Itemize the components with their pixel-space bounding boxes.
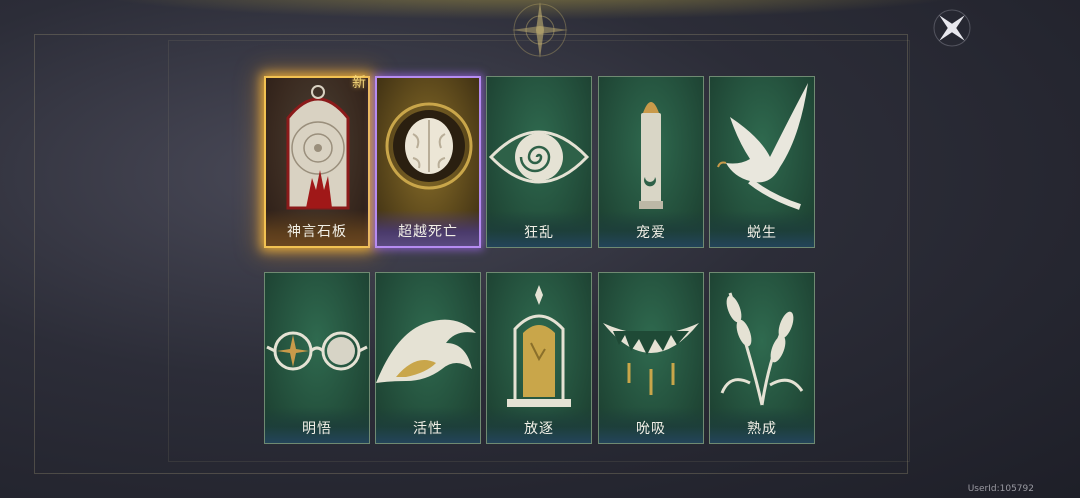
wave-icon: [376, 319, 476, 383]
card-label: 吮吸: [599, 407, 703, 443]
card-label: 放逐: [487, 407, 591, 443]
card-suck[interactable]: 吮吸: [598, 272, 704, 444]
card-exile[interactable]: 放逐: [486, 272, 592, 444]
card-label: 狂乱: [487, 211, 591, 247]
card-stone-tablet[interactable]: 神言石板: [264, 76, 370, 248]
user-id-text: UserId:105792: [967, 484, 1034, 494]
card-enlightenment[interactable]: 明悟: [264, 272, 370, 444]
card-label: 蜕生: [710, 211, 814, 247]
spectacles-icon: [266, 331, 368, 371]
spiral-eye-icon: [488, 130, 590, 184]
card-beyond-death[interactable]: 超越死亡: [375, 76, 481, 248]
fanged-mouth-icon: [603, 323, 699, 395]
card-vitality[interactable]: 活性: [375, 272, 481, 444]
card-label: 超越死亡: [377, 210, 479, 246]
stone-tablet-hand-icon: [286, 85, 350, 210]
card-label: 熟成: [710, 407, 814, 443]
card-ripen[interactable]: 熟成: [709, 272, 815, 444]
card-frenzy[interactable]: 狂乱: [486, 76, 592, 248]
new-badge: 新: [352, 75, 366, 91]
compass-ornament-icon: [512, 2, 568, 58]
brain-icon: [385, 102, 473, 190]
card-label: 明悟: [265, 407, 369, 443]
dove-icon: [717, 83, 808, 210]
wheat-icon: [720, 292, 804, 406]
card-label: 宠爱: [599, 211, 703, 247]
card-label: 神言石板: [266, 210, 368, 246]
bullet-icon: [639, 102, 663, 209]
card-rebirth[interactable]: 蜕生: [709, 76, 815, 248]
card-favor[interactable]: 宠爱: [598, 76, 704, 248]
close-button[interactable]: [930, 6, 974, 50]
tombstone-icon: [507, 285, 571, 407]
card-label: 活性: [376, 407, 480, 443]
